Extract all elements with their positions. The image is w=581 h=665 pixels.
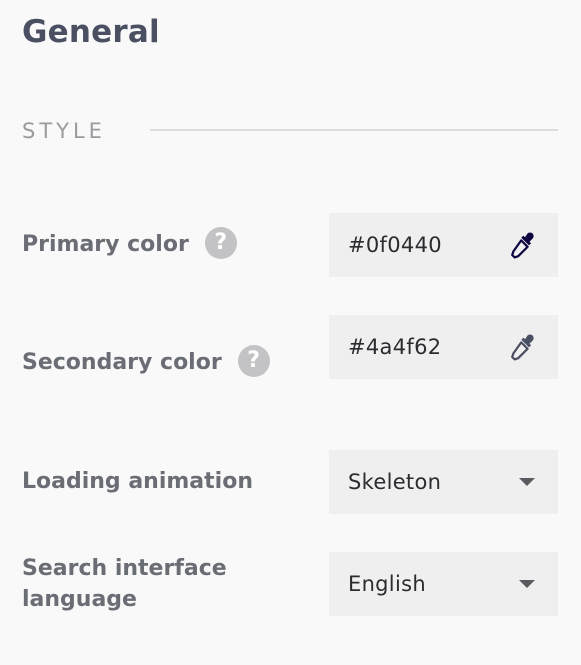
eyedropper-icon[interactable]	[508, 230, 538, 260]
general-settings-panel: General STYLE Primary color? #0f0440 Sec…	[0, 0, 581, 665]
primary-color-value[interactable]: #0f0440	[348, 233, 442, 257]
section-label: STYLE	[22, 119, 106, 143]
secondary-color-input[interactable]: #4a4f62	[329, 315, 558, 379]
search-language-label-line2: language	[22, 587, 137, 612]
primary-color-input[interactable]: #0f0440	[329, 213, 558, 277]
secondary-color-label-text: Secondary color	[22, 350, 222, 375]
page-title: General	[22, 14, 160, 50]
section-header-style: STYLE	[22, 117, 558, 145]
eyedropper-icon[interactable]	[508, 332, 538, 362]
secondary-color-label: Secondary color?	[22, 345, 270, 379]
search-language-label-line1: Search interface	[22, 556, 227, 581]
search-language-select[interactable]: English	[329, 552, 558, 616]
chevron-down-icon[interactable]	[519, 580, 535, 588]
search-language-label: Search interface language	[22, 553, 227, 615]
help-icon[interactable]: ?	[204, 227, 237, 259]
search-language-selected[interactable]: English	[348, 572, 426, 596]
section-divider	[150, 129, 558, 131]
primary-color-label: Primary color?	[22, 227, 237, 261]
chevron-down-icon[interactable]	[519, 478, 535, 486]
loading-animation-selected[interactable]: Skeleton	[348, 470, 441, 494]
loading-animation-label: Loading animation	[22, 469, 253, 494]
secondary-color-value[interactable]: #4a4f62	[348, 335, 441, 359]
loading-animation-select[interactable]: Skeleton	[329, 450, 558, 514]
primary-color-label-text: Primary color	[22, 232, 189, 257]
help-icon[interactable]: ?	[237, 345, 270, 377]
